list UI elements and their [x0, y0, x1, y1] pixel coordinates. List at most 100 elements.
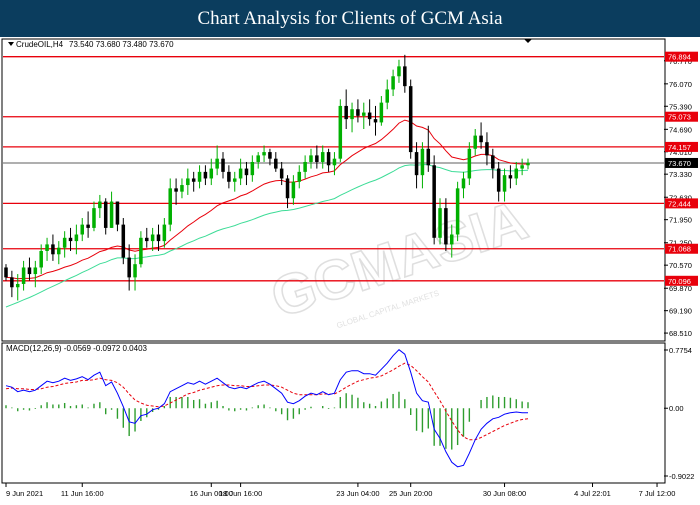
candle-body [526, 162, 530, 166]
candle-body [98, 201, 102, 209]
candle-body [186, 178, 190, 186]
time-tick-label: 9 Jun 2021 [6, 489, 43, 498]
candle-body [408, 86, 413, 153]
candle-body [74, 234, 79, 242]
candle-body [21, 267, 26, 284]
candle-body [10, 277, 14, 288]
candle-body [502, 175, 507, 192]
candle-body [133, 264, 137, 278]
candle-body [174, 188, 178, 192]
candle-body [274, 158, 278, 169]
time-tick-label: 25 Jun 20:00 [389, 489, 432, 498]
candle-body [156, 234, 161, 242]
level-label: 75.073 [668, 113, 691, 122]
candle-body [39, 250, 43, 268]
candle-body [238, 168, 243, 179]
candle-body [150, 234, 155, 242]
candle-body [268, 152, 272, 159]
candle-body [209, 168, 214, 179]
price-tick-label: 75.390 [669, 102, 692, 111]
candle-body [326, 152, 331, 166]
candle-body [279, 168, 284, 179]
candle-body [520, 165, 524, 169]
candle-body [455, 188, 460, 235]
candle-body [168, 188, 172, 225]
time-tick-label: 11 Jun 16:00 [61, 489, 104, 498]
time-tick-label: 30 Jun 08:00 [483, 489, 526, 498]
candle-body [80, 224, 85, 235]
candle-body [467, 148, 472, 179]
candle-body [127, 257, 131, 278]
candle-body [285, 178, 290, 199]
candle-body [115, 201, 120, 225]
candle-body [121, 224, 126, 258]
candle-body [391, 76, 395, 90]
candle-body [320, 152, 325, 162]
candle-body [514, 168, 519, 179]
price-tick-label: 71.950 [669, 216, 692, 225]
ohlc-label: 73.540 73.680 73.480 73.670 [69, 40, 174, 49]
candle-body [250, 161, 255, 176]
candle-body [4, 267, 8, 278]
candle-body [162, 224, 167, 242]
candle-body [62, 237, 67, 248]
candle-body [180, 185, 184, 192]
candle-body [291, 181, 296, 199]
candle-body [461, 178, 466, 189]
candle-body [145, 237, 149, 242]
macd-label: MACD(12,26,9) -0.0569 -0.0972 0.0403 [6, 344, 148, 353]
candle-body [444, 208, 448, 245]
macd-tick-label: 0.00 [669, 404, 684, 413]
time-tick-label: 4 Jul 22:01 [574, 489, 611, 498]
candle-body [27, 267, 32, 275]
candle-body [315, 155, 319, 162]
price-tick-label: 69.190 [669, 307, 692, 316]
candle-body [397, 66, 401, 77]
candle-body [438, 208, 442, 238]
candle-body [496, 168, 501, 192]
price-tick-label: 76.070 [669, 80, 692, 89]
candle-body [191, 178, 196, 182]
candle-body [244, 168, 249, 176]
price-tick-label: 73.330 [669, 170, 692, 179]
candle-body [385, 89, 389, 103]
candle-body [362, 112, 366, 116]
macd-tick-label: -0.9022 [669, 472, 694, 481]
candle-body [485, 142, 489, 156]
level-label: 74.157 [668, 143, 691, 152]
candle-body [473, 135, 477, 149]
candle-body [92, 208, 96, 228]
chart-canvas: CrudeOIL,H4 73.540 73.680 73.480 73.670 … [1, 38, 698, 498]
price-tick-label: 70.570 [669, 261, 692, 270]
candle-body [350, 109, 354, 120]
level-label: 70.096 [668, 277, 691, 286]
candle-body [432, 165, 436, 238]
candle-body [68, 237, 73, 242]
level-label: 76.894 [668, 53, 691, 62]
candle-body [379, 102, 384, 123]
candle-body [51, 244, 55, 255]
candle-body [256, 155, 260, 162]
candle-body [449, 234, 454, 245]
level-label: 72.444 [668, 199, 691, 208]
candle-body [309, 155, 313, 162]
candle-body [221, 158, 225, 172]
candle-body [356, 109, 360, 116]
candle-body [420, 148, 425, 176]
price-tick-label: 68.510 [669, 329, 692, 338]
candle-body [303, 161, 307, 172]
candle-body [197, 171, 202, 182]
candle-body [139, 237, 143, 265]
candle-body [338, 105, 343, 159]
chart-frame: CrudeOIL,H4 73.540 73.680 73.480 73.670 … [0, 37, 700, 500]
time-tick-label: 18 Jun 16:00 [219, 489, 262, 498]
candle-body [45, 244, 49, 251]
candle-body [227, 171, 231, 182]
symbol-label: CrudeOIL,H4 [16, 40, 64, 49]
time-tick-label: 23 Jun 04:00 [336, 489, 379, 498]
candle-body [332, 158, 337, 166]
candle-body [33, 267, 38, 275]
page-title: Chart Analysis for Clients of GCM Asia [197, 7, 503, 29]
candle-body [203, 171, 208, 179]
candle-body [297, 171, 302, 182]
